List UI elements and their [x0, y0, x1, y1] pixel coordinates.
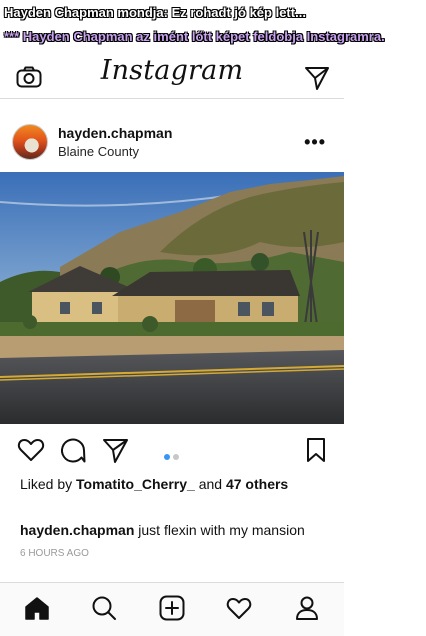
post-photo[interactable]: [0, 172, 344, 424]
more-options-icon[interactable]: •••: [304, 132, 326, 153]
post-actions: [0, 436, 344, 470]
bookmark-icon[interactable]: [302, 436, 330, 464]
post-location[interactable]: Blaine County: [58, 144, 139, 159]
instagram-logo: Instagram: [100, 55, 244, 86]
liked-by-user[interactable]: Tomatito_Cherry_: [76, 476, 195, 492]
post-timestamp: 6 HOURS AGO: [20, 548, 89, 559]
carousel-dot: [173, 454, 179, 460]
new-post-icon[interactable]: [159, 595, 185, 621]
chat-line-1: Hayden Chapman mondja: Ez rohadt jó kép …: [4, 5, 306, 20]
activity-heart-icon[interactable]: [226, 595, 252, 621]
heart-icon[interactable]: [17, 436, 45, 464]
likes-and: and: [198, 476, 223, 492]
profile-icon[interactable]: [294, 595, 320, 621]
caption: hayden.chapman just flexin with my mansi…: [20, 522, 305, 538]
caption-username[interactable]: hayden.chapman: [20, 522, 134, 538]
likes-others[interactable]: 47 others: [226, 476, 288, 492]
comment-icon[interactable]: [59, 436, 87, 464]
carousel-indicator: [164, 447, 182, 465]
post-header: hayden.chapman Blaine County •••: [0, 122, 344, 168]
post-username[interactable]: hayden.chapman: [58, 125, 172, 141]
likes-line: Liked by Tomatito_Cherry_ and 47 others: [20, 476, 288, 492]
bottom-nav: [0, 582, 344, 636]
caption-text: just flexin with my mansion: [138, 522, 305, 538]
likes-prefix: Liked by: [20, 476, 73, 492]
share-icon[interactable]: [101, 436, 129, 464]
chat-line-2: *** Hayden Chapman az imént lőtt képet f…: [4, 29, 385, 44]
search-icon[interactable]: [91, 595, 117, 621]
carousel-dot-active: [164, 454, 170, 460]
home-icon[interactable]: [24, 595, 50, 621]
send-icon[interactable]: [304, 65, 330, 91]
avatar[interactable]: [12, 124, 48, 160]
instagram-screen: Instagram hayden.chapman Blaine County •…: [0, 52, 344, 636]
top-bar: Instagram: [0, 52, 344, 99]
mansion-photo-image: [0, 172, 344, 424]
